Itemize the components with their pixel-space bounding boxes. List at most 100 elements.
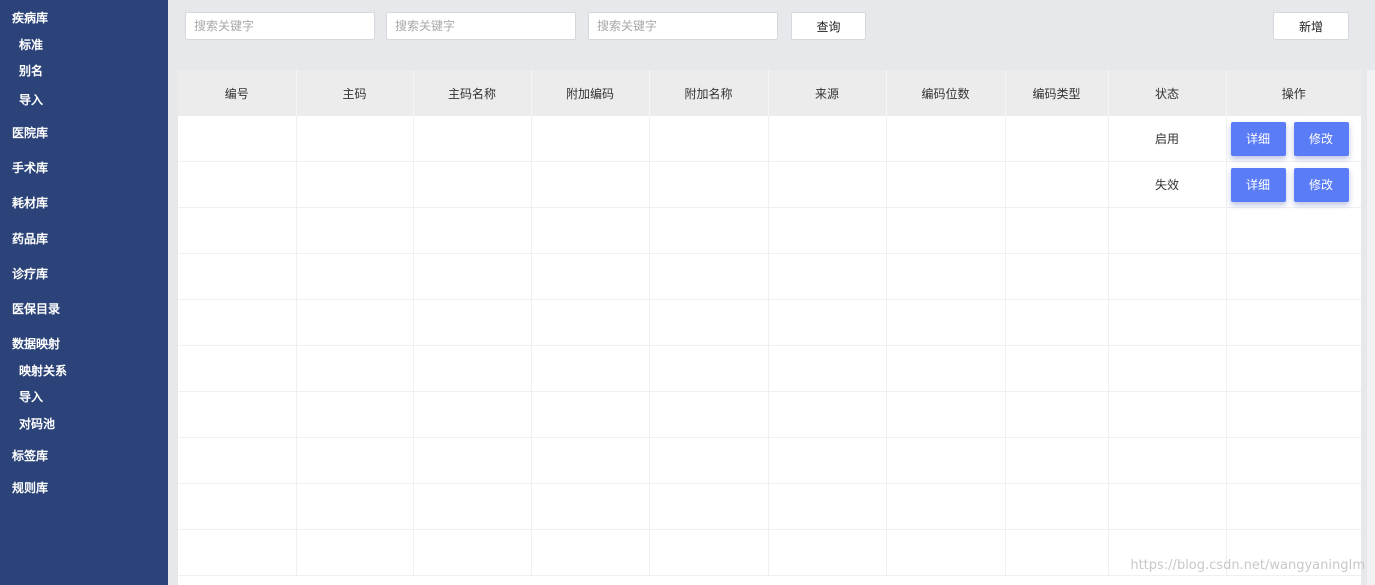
sidebar-item-treatment-library[interactable]: 诊疗库	[12, 265, 48, 282]
col-header-extra-code: 附加编码	[531, 70, 650, 116]
table-cell-empty	[886, 437, 1006, 484]
sidebar-item-data-mapping[interactable]: 数据映射	[12, 335, 60, 352]
table-cell-empty	[649, 253, 769, 300]
table-cell-empty	[296, 483, 414, 530]
sidebar-item-surgery-library[interactable]: 手术库	[12, 159, 48, 176]
search-input-2[interactable]	[386, 12, 576, 40]
sidebar-item-code-pool[interactable]: 对码池	[19, 415, 55, 432]
sidebar-item-rule-library[interactable]: 规则库	[12, 479, 48, 496]
table-cell-empty	[768, 207, 887, 254]
query-button[interactable]: 查询	[791, 12, 866, 40]
table-row-empty	[178, 483, 1361, 530]
table-cell-empty	[178, 437, 297, 484]
edit-button[interactable]: 修改	[1293, 167, 1349, 202]
edit-button[interactable]: 修改	[1293, 121, 1349, 156]
table-cell-empty	[1226, 253, 1361, 300]
col-header-main-code-name: 主码名称	[413, 70, 532, 116]
sidebar-item-drug-library[interactable]: 药品库	[12, 230, 48, 247]
table-cell-empty	[886, 391, 1006, 438]
table-cell-empty	[886, 253, 1006, 300]
table-cell-empty	[296, 253, 414, 300]
table-cell-empty	[178, 391, 297, 438]
table-cell-empty	[1226, 345, 1361, 392]
table-cell-empty	[531, 345, 650, 392]
sidebar: 疾病库 标准 别名 导入 医院库 手术库 耗材库 药品库 诊疗库 医保目录 数据…	[0, 0, 168, 585]
sidebar-item-disease-library[interactable]: 疾病库	[12, 9, 48, 26]
sidebar-item-mapping-relations[interactable]: 映射关系	[19, 362, 67, 379]
table-cell-empty	[649, 391, 769, 438]
table-cell-empty	[1005, 207, 1109, 254]
sidebar-item-insurance-catalog[interactable]: 医保目录	[12, 300, 60, 317]
table-cell-empty	[886, 299, 1006, 346]
table-cell-empty	[1226, 299, 1361, 346]
table-row-empty	[178, 437, 1361, 484]
sidebar-item-consumables-library[interactable]: 耗材库	[12, 194, 48, 211]
table-cell-empty	[296, 345, 414, 392]
table-cell-empty	[413, 253, 532, 300]
table-cell-empty	[768, 391, 887, 438]
table-cell-empty	[413, 437, 532, 484]
table-row-empty	[178, 345, 1361, 392]
table-cell-empty	[178, 207, 297, 254]
add-button[interactable]: 新增	[1273, 12, 1349, 40]
table-cell-empty	[1226, 207, 1361, 254]
watermark: https://blog.csdn.net/wangyaningIm	[1130, 558, 1365, 573]
table-cell-empty	[1226, 437, 1361, 484]
table-cell-empty	[1005, 299, 1109, 346]
detail-button[interactable]: 详细	[1230, 121, 1286, 156]
table-cell-empty	[886, 483, 1006, 530]
table-cell-empty	[178, 345, 297, 392]
status-cell: 启用	[1108, 116, 1227, 162]
col-header-id: 编号	[178, 70, 297, 116]
table-cell-empty	[531, 529, 650, 576]
table-cell-empty	[649, 207, 769, 254]
sidebar-item-standard[interactable]: 标准	[19, 36, 43, 53]
table-cell-empty	[1108, 345, 1227, 392]
table-header-row: 编号 主码 主码名称 附加编码 附加名称 来源 编码位数 编码类型 状态 操作	[178, 70, 1361, 116]
table-cell-empty	[296, 299, 414, 346]
table-cell-empty	[178, 529, 297, 576]
col-header-actions: 操作	[1226, 70, 1361, 116]
table-row-empty	[178, 207, 1361, 254]
table-cell-empty	[413, 299, 532, 346]
table-cell-empty	[1108, 437, 1227, 484]
table-cell-empty	[1226, 483, 1361, 530]
sidebar-item-alias[interactable]: 别名	[19, 62, 43, 79]
table-cell-empty	[768, 437, 887, 484]
search-input-3[interactable]	[588, 12, 778, 40]
table-row: 启用 详细 修改	[178, 116, 1361, 162]
table-cell-empty	[531, 391, 650, 438]
col-header-extra-name: 附加名称	[649, 70, 769, 116]
table-row-empty	[178, 299, 1361, 346]
table-cell-empty	[886, 345, 1006, 392]
table-cell-empty	[1005, 529, 1109, 576]
detail-button[interactable]: 详细	[1230, 167, 1286, 202]
table-cell-empty	[649, 299, 769, 346]
sidebar-item-hospital-library[interactable]: 医院库	[12, 124, 48, 141]
search-input-1[interactable]	[185, 12, 375, 40]
table-cell-empty	[768, 483, 887, 530]
actions-cell: 详细 修改	[1226, 116, 1361, 162]
table-cell-empty	[531, 483, 650, 530]
table-cell-empty	[1005, 437, 1109, 484]
table-cell-empty	[296, 437, 414, 484]
sidebar-item-tag-library[interactable]: 标签库	[12, 447, 48, 464]
table-cell-empty	[768, 345, 887, 392]
col-header-source: 来源	[768, 70, 887, 116]
table-cell-empty	[413, 529, 532, 576]
table-cell-empty	[296, 529, 414, 576]
table-cell-empty	[413, 207, 532, 254]
table-cell-empty	[1108, 483, 1227, 530]
col-header-code-type: 编码类型	[1005, 70, 1109, 116]
table-cell-empty	[296, 391, 414, 438]
scrollbar-track[interactable]	[1367, 70, 1375, 585]
sidebar-item-mapping-import[interactable]: 导入	[19, 388, 43, 405]
table-cell-empty	[413, 483, 532, 530]
table-cell-empty	[531, 253, 650, 300]
table-row-empty	[178, 253, 1361, 300]
col-header-code-digits: 编码位数	[886, 70, 1006, 116]
table-cell-empty	[178, 253, 297, 300]
sidebar-item-import[interactable]: 导入	[19, 91, 43, 108]
actions-cell: 详细 修改	[1226, 161, 1361, 208]
table-cell-empty	[1108, 253, 1227, 300]
